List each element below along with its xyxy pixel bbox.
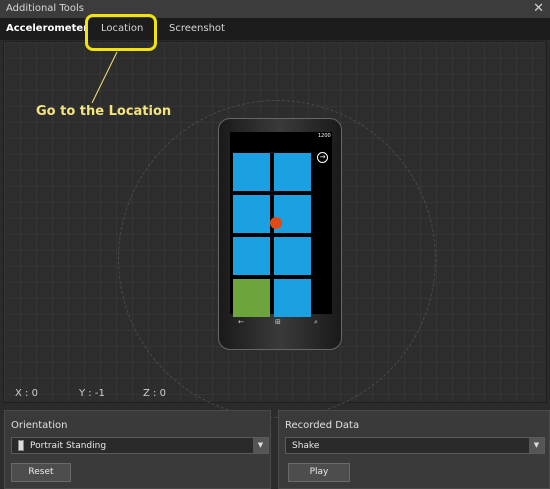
start-tile [233,279,270,317]
play-button[interactable]: Play [288,463,350,482]
orientation-label: Orientation [11,420,68,431]
accelerometer-indicator-dot [270,217,282,229]
start-tile [233,237,270,275]
orientation-select[interactable]: Portrait Standing ▼ [11,437,269,454]
phone-clock: 1200 [318,133,331,139]
start-tile [274,279,311,317]
start-tile [233,195,270,233]
arrow-right-icon: → [317,152,328,163]
recorded-data-select[interactable]: Shake ▼ [285,437,545,454]
windows-start-icon: ⊞ [275,318,281,326]
back-icon: ← [238,318,244,326]
window-title: Additional Tools [6,3,85,14]
tab-accelerometer[interactable]: Accelerometer [6,23,88,34]
reset-button[interactable]: Reset [11,463,71,482]
chevron-down-icon[interactable]: ▼ [529,438,544,453]
recorded-data-panel: Recorded Data Shake ▼ Play [278,410,550,489]
z-readout: Z : 0 [143,388,166,399]
tab-bar: Accelerometer Location Screenshot [0,19,550,40]
start-tile [233,153,270,191]
recorded-data-label: Recorded Data [285,420,360,431]
phone-orientation-icon [18,440,24,451]
close-icon[interactable]: ✕ [533,1,544,16]
start-tile [274,237,311,275]
x-readout: X : 0 [15,388,38,399]
location-tab-highlight [85,14,157,51]
start-tile [274,153,311,191]
recorded-data-value: Shake [292,441,320,451]
tab-screenshot[interactable]: Screenshot [169,23,225,34]
y-readout: Y : -1 [79,388,105,399]
chevron-down-icon[interactable]: ▼ [253,438,268,453]
annotation-text: Go to the Location [36,104,172,119]
title-bar: Additional Tools ✕ [0,0,550,19]
orientation-panel: Orientation Portrait Standing ▼ Reset [4,410,271,489]
search-icon: ⌕ [314,318,318,326]
orientation-value: Portrait Standing [30,441,107,451]
